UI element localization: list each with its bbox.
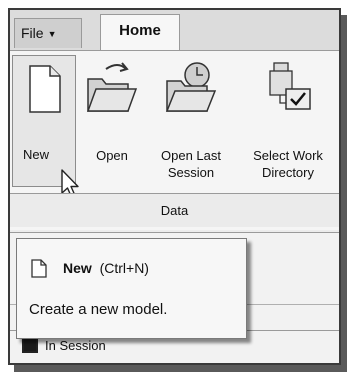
new-document-icon	[29, 65, 61, 113]
select-work-label-line1: Select Work	[253, 148, 323, 163]
open-last-session-button[interactable]: Open Last Session	[146, 57, 236, 180]
new-command-tooltip: New (Ctrl+N) Create a new model.	[16, 238, 247, 339]
tooltip-title: New (Ctrl+N)	[63, 260, 149, 276]
tooltip-command-name: New	[63, 260, 92, 276]
open-last-session-label-line1: Open Last	[161, 148, 221, 163]
tab-home[interactable]: Home	[100, 14, 180, 51]
open-button[interactable]: Open	[82, 57, 142, 163]
data-group-label: Data	[160, 203, 189, 218]
file-tab[interactable]: File ▼	[14, 18, 82, 48]
tooltip-shortcut: (Ctrl+N)	[99, 260, 149, 276]
session-status-icon	[22, 337, 38, 353]
open-button-label: Open	[96, 148, 128, 163]
new-button-label: New	[23, 147, 50, 162]
ribbon-tab-strip: File ▼ Home	[10, 10, 339, 51]
new-document-icon	[31, 259, 47, 278]
file-tab-label: File	[21, 25, 44, 41]
chevron-down-icon: ▼	[47, 29, 57, 39]
select-working-directory-icon	[269, 62, 311, 110]
open-folder-icon	[86, 62, 138, 112]
ribbon-group-label: Data	[10, 193, 339, 227]
session-status-label: In Session	[45, 338, 106, 353]
home-tab-label: Home	[119, 22, 161, 39]
new-button[interactable]: New	[12, 55, 76, 187]
ribbon-panel: New Open Open Last Session Select Work D…	[10, 50, 339, 230]
open-last-session-icon	[165, 62, 217, 112]
open-last-session-label-line2: Session	[167, 165, 215, 180]
select-working-directory-button[interactable]: Select Work Directory	[238, 57, 338, 180]
tooltip-description: Create a new model.	[29, 301, 168, 318]
application-window: File ▼ Home New Open Open Last Session S…	[8, 8, 341, 365]
select-work-label-line2: Directory	[261, 165, 314, 180]
